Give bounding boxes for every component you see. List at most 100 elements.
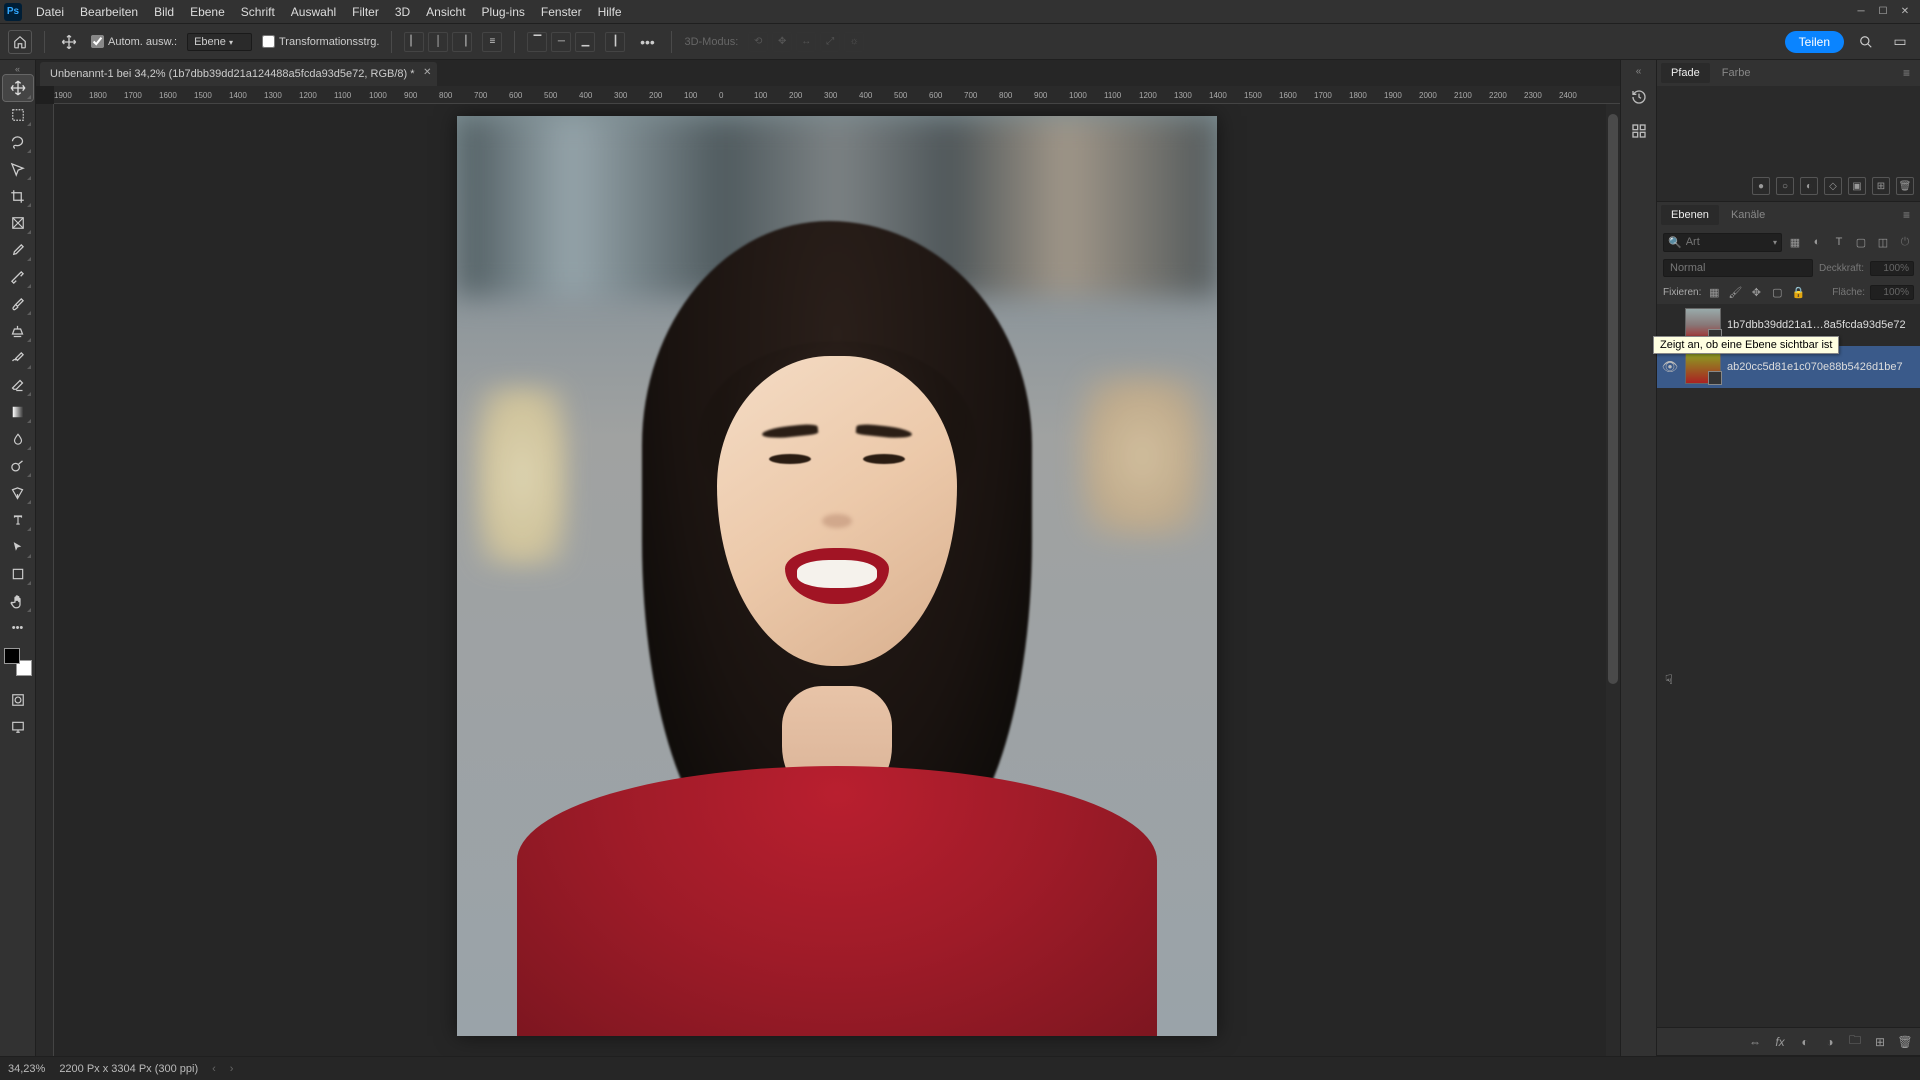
zoom-level[interactable]: 34,23% <box>8 1063 45 1075</box>
prop-add-icon[interactable]: ⊞ <box>1872 177 1890 195</box>
lock-transparency-icon[interactable]: ▦ <box>1706 284 1722 300</box>
prop-delete-icon[interactable]: 🗑 <box>1896 177 1914 195</box>
status-nav-right[interactable]: › <box>230 1063 234 1075</box>
tab-ebenen[interactable]: Ebenen <box>1661 205 1719 225</box>
adjustment-layer-icon[interactable]: ◑ <box>1821 1033 1839 1051</box>
lock-all-icon[interactable]: 🔒 <box>1790 284 1806 300</box>
move-tool-icon[interactable] <box>57 30 81 54</box>
move-tool[interactable] <box>3 75 33 101</box>
window-close-button[interactable]: ✕ <box>1894 2 1916 22</box>
path-selection-tool[interactable] <box>3 534 33 560</box>
layers-panel-menu-icon[interactable]: ≡ <box>1897 208 1916 222</box>
hand-tool[interactable] <box>3 588 33 614</box>
layer-thumbnail[interactable] <box>1685 350 1721 384</box>
home-button[interactable] <box>8 30 32 54</box>
close-tab-icon[interactable]: ✕ <box>423 67 431 78</box>
dodge-tool[interactable] <box>3 453 33 479</box>
eyedropper-tool[interactable] <box>3 237 33 263</box>
menu-fenster[interactable]: Fenster <box>533 2 590 22</box>
clone-stamp-tool[interactable] <box>3 318 33 344</box>
layers-filter-search[interactable]: 🔍 ▾ <box>1663 233 1782 252</box>
distribute-button[interactable]: ≡ <box>482 32 502 52</box>
prop-fill-icon[interactable]: ● <box>1752 177 1770 195</box>
share-button[interactable]: Teilen <box>1785 31 1844 53</box>
layer-name[interactable]: ab20cc5d81e1c070e88b5426d1be7 <box>1727 361 1916 373</box>
blend-mode-select[interactable]: Normal <box>1663 259 1813 277</box>
ruler-horizontal[interactable]: 1900180017001600150014001300120011001000… <box>54 86 1620 104</box>
delete-layer-icon[interactable]: 🗑 <box>1896 1033 1914 1051</box>
lasso-tool[interactable] <box>3 129 33 155</box>
tab-kanaele[interactable]: Kanäle <box>1721 205 1775 225</box>
more-tools-button[interactable]: ••• <box>3 615 33 641</box>
tab-farbe[interactable]: Farbe <box>1712 63 1761 83</box>
menu-plugins[interactable]: Plug-ins <box>474 2 533 22</box>
layer-fx-icon[interactable]: fx <box>1771 1033 1789 1051</box>
menu-hilfe[interactable]: Hilfe <box>590 2 630 22</box>
align-center-h-button[interactable]: │ <box>428 32 448 52</box>
ruler-vertical[interactable] <box>36 104 54 1056</box>
window-minimize-button[interactable]: ─ <box>1850 2 1872 22</box>
tab-pfade[interactable]: Pfade <box>1661 63 1710 83</box>
more-options-button[interactable]: ••• <box>635 30 659 54</box>
lock-image-icon[interactable]: 🖌 <box>1727 284 1743 300</box>
opacity-value[interactable]: 100% <box>1870 261 1914 276</box>
status-nav-left[interactable]: ‹ <box>212 1063 216 1075</box>
marquee-tool[interactable] <box>3 102 33 128</box>
history-panel-icon[interactable] <box>1625 83 1653 111</box>
workspace-switcher-button[interactable]: ▭ <box>1888 30 1912 54</box>
filter-shape-icon[interactable]: ▢ <box>1852 233 1870 251</box>
canvas[interactable] <box>457 116 1217 1036</box>
align-bottom-button[interactable]: ▁ <box>575 32 595 52</box>
auto-select-target[interactable]: Ebene ▾ <box>187 33 252 51</box>
crop-tool[interactable] <box>3 183 33 209</box>
align-center-v-button[interactable]: ─ <box>551 32 571 52</box>
align-more-button[interactable]: ┃ <box>605 32 625 52</box>
menu-ansicht[interactable]: Ansicht <box>418 2 473 22</box>
menu-bearbeiten[interactable]: Bearbeiten <box>72 2 146 22</box>
blur-tool[interactable] <box>3 426 33 452</box>
screen-mode-button[interactable] <box>3 714 33 740</box>
quick-selection-tool[interactable] <box>3 156 33 182</box>
filter-image-icon[interactable]: ▦ <box>1786 233 1804 251</box>
layer-visibility-toggle[interactable]: 👁 <box>1661 358 1679 376</box>
prop-stroke-icon[interactable]: ○ <box>1776 177 1794 195</box>
align-right-button[interactable]: ▕ <box>452 32 472 52</box>
add-mask-icon[interactable]: ◐ <box>1796 1033 1814 1051</box>
3d-light-icon[interactable]: ☼ <box>844 32 864 52</box>
canvas-scrollbar-vertical[interactable] <box>1606 104 1620 1056</box>
filter-toggle-icon[interactable]: ⏻ <box>1896 233 1914 251</box>
filter-smart-icon[interactable]: ◫ <box>1874 233 1892 251</box>
3d-pan-icon[interactable]: ✥ <box>772 32 792 52</box>
chevron-down-icon[interactable]: ▾ <box>1773 238 1777 247</box>
link-layers-icon[interactable]: ⇔ <box>1746 1033 1764 1051</box>
foreground-background-colors[interactable] <box>4 648 32 676</box>
panel-menu-icon[interactable]: ≡ <box>1897 66 1916 80</box>
layer-name[interactable]: 1b7dbb39dd21a1…8a5fcda93d5e72 <box>1727 319 1916 331</box>
lock-nested-icon[interactable]: ▢ <box>1769 284 1785 300</box>
pen-tool[interactable] <box>3 480 33 506</box>
align-left-button[interactable]: ▏ <box>404 32 424 52</box>
document-tab[interactable]: Unbenannt-1 bei 34,2% (1b7dbb39dd21a1244… <box>40 62 437 86</box>
filter-type-icon[interactable]: T <box>1830 233 1848 251</box>
frame-tool[interactable] <box>3 210 33 236</box>
new-layer-icon[interactable]: ⊞ <box>1871 1033 1889 1051</box>
auto-select-checkbox[interactable]: Autom. ausw.: <box>91 35 177 48</box>
prop-shape-icon[interactable]: ◇ <box>1824 177 1842 195</box>
filter-adjust-icon[interactable]: ◐ <box>1808 233 1826 251</box>
healing-brush-tool[interactable] <box>3 264 33 290</box>
rectangle-tool[interactable] <box>3 561 33 587</box>
3d-slide-icon[interactable]: ↔ <box>796 32 816 52</box>
quick-mask-button[interactable] <box>3 687 33 713</box>
layer-row[interactable]: ☟ 1b7dbb39dd21a1…8a5fcda93d5e72 Zeigt an… <box>1657 304 1920 346</box>
3d-orbit-icon[interactable]: ⟲ <box>748 32 768 52</box>
menu-3d[interactable]: 3D <box>387 2 418 22</box>
menu-schrift[interactable]: Schrift <box>233 2 283 22</box>
search-button[interactable] <box>1854 30 1878 54</box>
menu-filter[interactable]: Filter <box>344 2 387 22</box>
menu-auswahl[interactable]: Auswahl <box>283 2 344 22</box>
gradient-tool[interactable] <box>3 399 33 425</box>
toolbar-collapse-icon[interactable]: « <box>15 64 20 74</box>
menu-bild[interactable]: Bild <box>146 2 182 22</box>
layer-visibility-toggle[interactable]: ☟ <box>1661 654 1679 672</box>
3d-scale-icon[interactable]: ⤢ <box>820 32 840 52</box>
